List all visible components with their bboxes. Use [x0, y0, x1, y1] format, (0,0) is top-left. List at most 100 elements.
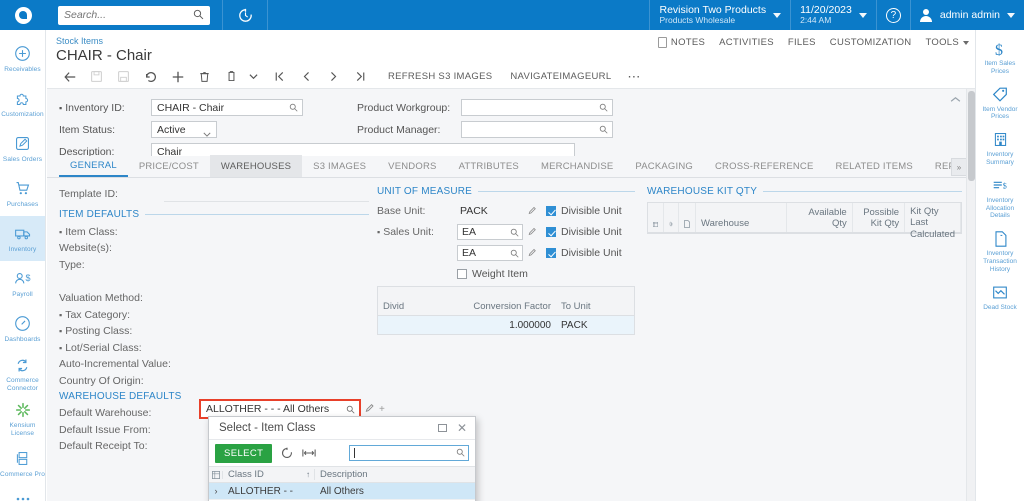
page-header-actions: NOTES ACTIVITIES FILES CUSTOMIZATION TOO… — [657, 37, 969, 48]
sidebar-item-kensium-license[interactable]: Kensium License — [0, 396, 45, 441]
lookup-icon[interactable] — [289, 103, 298, 115]
sidebar-item-sales-orders[interactable]: Sales Orders — [0, 126, 45, 171]
edit-pencil-icon[interactable] — [528, 227, 538, 237]
sidebar-item-inventory[interactable]: Inventory — [0, 216, 45, 261]
scroll-thumb[interactable] — [968, 91, 975, 181]
fit-columns-icon[interactable] — [302, 448, 317, 458]
next-record-icon[interactable] — [320, 66, 347, 87]
tab-overflow-button[interactable]: » — [951, 158, 967, 176]
sales-unit-field[interactable]: EA — [457, 224, 523, 240]
purchase-unit-field[interactable]: EA — [457, 245, 523, 261]
rightbar-item-inventory-summary[interactable]: Inventory Summary — [976, 126, 1024, 172]
navigate-image-url-button[interactable]: NAVIGATEIMAGEURL — [501, 66, 620, 87]
datetime-selector[interactable]: 11/20/2023 2:44 AM — [791, 0, 876, 30]
notes-button[interactable]: NOTES — [657, 37, 705, 48]
tab-vendors[interactable]: VENDORS — [377, 155, 447, 177]
item-class-add-icon[interactable]: + — [379, 404, 385, 415]
activities-button[interactable]: ACTIVITIES — [719, 37, 774, 48]
recent-history-icon[interactable] — [223, 0, 267, 30]
divisible-unit-checkbox[interactable] — [546, 206, 556, 216]
tab-packaging[interactable]: PACKAGING — [624, 155, 704, 177]
tax-category-label: Tax Category: — [59, 309, 164, 321]
lookup-icon[interactable] — [510, 249, 519, 261]
rightbar-item-item-vendor-prices[interactable]: Item Vendor Prices — [976, 81, 1024, 127]
tab-merchandise[interactable]: MERCHANDISE — [530, 155, 624, 177]
sidebar-item-dashboards[interactable]: Dashboards — [0, 306, 45, 351]
dialog-col-description[interactable]: Description — [315, 469, 475, 480]
user-menu[interactable]: admin admin — [911, 0, 1024, 30]
row-expand-icon[interactable]: › — [209, 486, 223, 496]
tab-attributes[interactable]: ATTRIBUTES — [448, 155, 530, 177]
help-button[interactable]: ? — [877, 0, 910, 30]
close-icon[interactable]: ✕ — [457, 422, 467, 434]
sidebar-item-payroll[interactable]: $ Payroll — [0, 261, 45, 306]
collapse-summary-icon[interactable] — [950, 94, 961, 106]
weight-item-checkbox[interactable] — [457, 269, 467, 279]
previous-record-icon[interactable] — [293, 66, 320, 87]
undo-icon[interactable] — [137, 66, 164, 87]
toolbar-overflow-button[interactable]: ⋯ — [620, 66, 647, 87]
copy-paste-icon[interactable] — [218, 66, 245, 87]
first-record-icon[interactable] — [266, 66, 293, 87]
sidebar-item-commerce-connector[interactable]: Commerce Connector — [0, 351, 45, 396]
tools-button[interactable]: TOOLS — [925, 37, 969, 48]
inventory-id-field[interactable]: CHAIR - Chair — [151, 99, 303, 116]
edit-pencil-icon[interactable] — [528, 248, 538, 258]
back-arrow-icon[interactable] — [56, 66, 83, 87]
rightbar-item-inventory-allocation-details[interactable]: $ Inventory Allocation Details — [976, 172, 1024, 225]
customization-button[interactable]: CUSTOMIZATION — [830, 37, 912, 48]
save-icon[interactable] — [83, 66, 110, 87]
item-status-dropdown[interactable]: Active — [151, 121, 217, 138]
last-record-icon[interactable] — [347, 66, 374, 87]
refresh-icon[interactable] — [281, 447, 293, 459]
search-icon[interactable] — [456, 448, 465, 460]
company-selector[interactable]: Revision Two Products Products Wholesale — [650, 0, 790, 30]
content-vertical-scrollbar[interactable] — [966, 89, 975, 501]
dialog-col-class-id[interactable]: Class ID ↑ — [223, 469, 315, 480]
table-row[interactable]: 1.000000 PACK — [378, 316, 634, 334]
files-button[interactable]: FILES — [788, 37, 816, 48]
maximize-icon[interactable] — [437, 424, 447, 432]
delete-icon[interactable] — [191, 66, 218, 87]
tab-general[interactable]: GENERAL — [59, 155, 128, 177]
add-new-icon[interactable] — [164, 66, 191, 87]
rightbar-item-dead-stock[interactable]: Dead Stock — [976, 279, 1024, 317]
product-workgroup-field[interactable] — [461, 99, 613, 116]
dialog-search-input[interactable] — [349, 445, 469, 461]
copy-paste-dropdown-icon[interactable] — [245, 66, 261, 87]
template-id-field[interactable] — [164, 186, 369, 203]
item-class-edit-pencil-icon[interactable] — [365, 403, 376, 417]
tab-related-items[interactable]: RELATED ITEMS — [825, 155, 924, 177]
notes-column-icon[interactable] — [679, 203, 696, 232]
search-input[interactable] — [64, 9, 190, 21]
rightbar-item-item-sales-prices[interactable]: $ Item Sales Prices — [976, 35, 1024, 81]
tab-warehouses[interactable]: WAREHOUSES — [209, 155, 303, 177]
lookup-icon[interactable] — [599, 103, 608, 115]
refresh-s3-images-button[interactable]: REFRESH S3 IMAGES — [379, 66, 501, 87]
sidebar-item-customization[interactable]: Customization — [0, 81, 45, 126]
select-button[interactable]: SELECT — [215, 443, 273, 463]
product-manager-field[interactable] — [461, 121, 613, 138]
rightbar-item-inventory-transaction-history[interactable]: Inventory Transaction History — [976, 225, 1024, 278]
edit-pencil-icon[interactable] — [528, 206, 538, 216]
sidebar-item-more-items[interactable]: More Items — [0, 486, 45, 501]
lookup-icon[interactable] — [510, 228, 519, 240]
tab-price-cost[interactable]: PRICE/COST — [128, 155, 210, 177]
lookup-icon[interactable] — [599, 125, 608, 137]
global-search[interactable] — [58, 5, 210, 25]
tab-cross-reference[interactable]: CROSS-REFERENCE — [704, 155, 825, 177]
grid-settings-icon[interactable] — [209, 470, 223, 479]
divisible-unit-checkbox[interactable] — [546, 248, 556, 258]
divisible-unit-checkbox[interactable] — [546, 227, 556, 237]
sidebar-item-receivables[interactable]: Receivables — [0, 36, 45, 81]
table-row[interactable]: › ALLOTHER - - All Others — [209, 483, 475, 501]
grid-settings-icon[interactable] — [648, 203, 664, 232]
save-and-close-icon[interactable] — [110, 66, 137, 87]
sidebar-item-commerce-pro[interactable]: Commerce Pro — [0, 441, 45, 486]
attachment-icon[interactable] — [664, 203, 679, 232]
breadcrumb[interactable]: Stock Items — [56, 36, 103, 46]
tab-s3-images[interactable]: S3 IMAGES — [302, 155, 377, 177]
caret-down-icon — [963, 40, 969, 45]
acumatica-logo[interactable] — [0, 0, 46, 30]
sidebar-item-purchases[interactable]: Purchases — [0, 171, 45, 216]
